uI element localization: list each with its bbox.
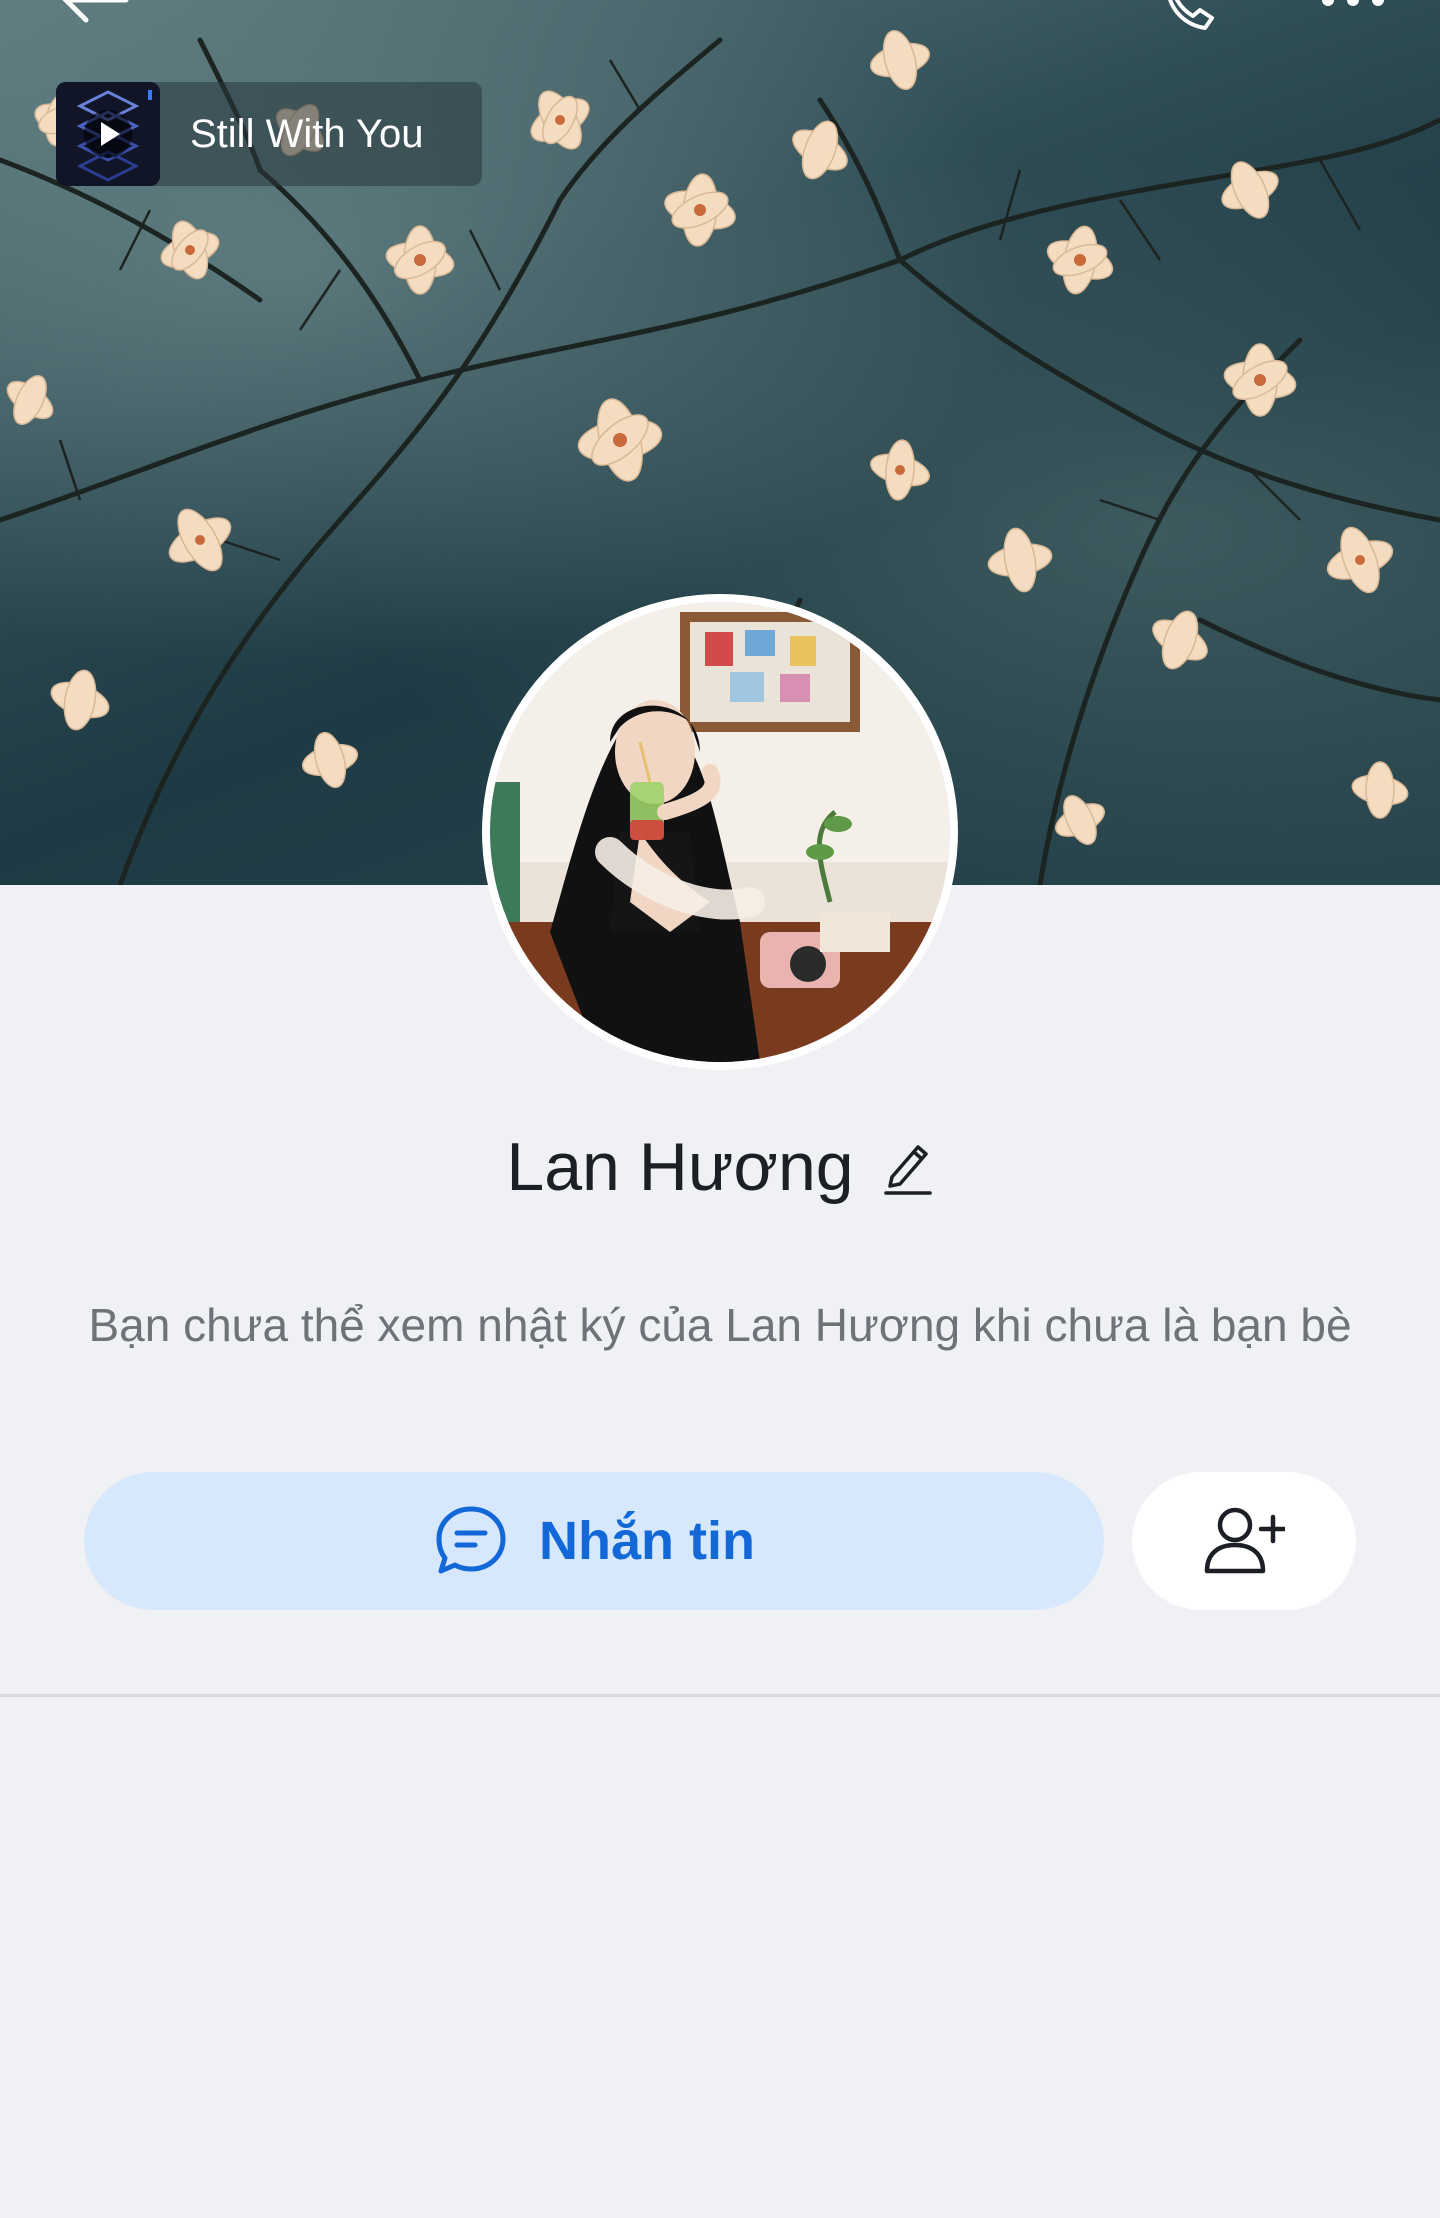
profile-name: Lan Hương: [506, 1129, 854, 1205]
avatar[interactable]: [490, 602, 950, 1062]
message-button[interactable]: Nhắn tin: [84, 1472, 1104, 1610]
pencil-icon[interactable]: [882, 1139, 934, 1195]
section-divider: [0, 1694, 1440, 1697]
play-icon[interactable]: [82, 108, 134, 160]
message-button-label: Nhắn tin: [539, 1511, 755, 1571]
music-song-title: Still With You: [190, 111, 424, 156]
user-plus-icon: [1204, 1507, 1285, 1574]
add-friend-button[interactable]: [1132, 1472, 1356, 1610]
more-horizontal-icon[interactable]: [1318, 0, 1388, 18]
profile-name-row: Lan Hương: [0, 1122, 1440, 1212]
friend-only-notice: Bạn chưa thể xem nhật ký của Lan Hương k…: [88, 1299, 1352, 1351]
chat-bubble-icon: [436, 1506, 506, 1574]
music-cover-thumbnail: [56, 82, 160, 186]
phone-icon[interactable]: [1160, 0, 1220, 30]
arrow-left-icon[interactable]: [56, 0, 146, 30]
avatar-frame[interactable]: [482, 594, 958, 1070]
profile-music-chip[interactable]: Still With You: [56, 82, 482, 186]
